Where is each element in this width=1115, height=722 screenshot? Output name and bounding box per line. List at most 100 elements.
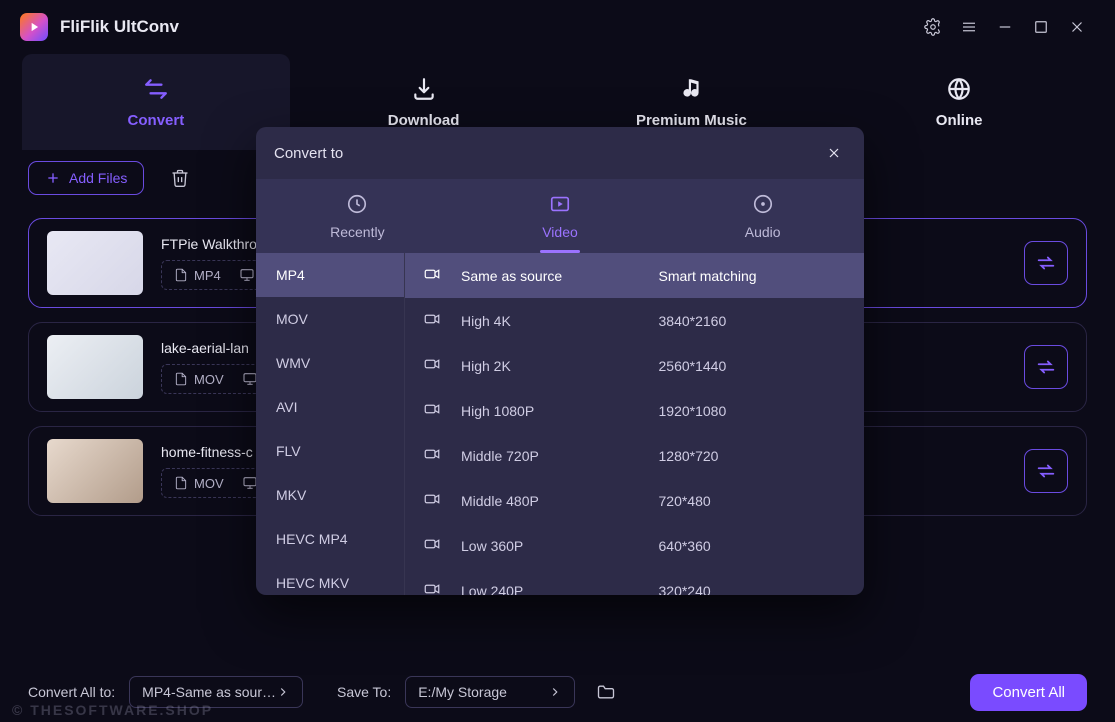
swap-format-button[interactable]	[1024, 241, 1068, 285]
preset-list[interactable]: Same as source Smart matching High 4K 3840*…	[404, 253, 864, 595]
file-thumbnail	[47, 439, 143, 503]
watermark: © THESOFTWARE.SHOP	[12, 702, 213, 718]
video-icon	[423, 445, 451, 466]
format-item[interactable]: MOV	[256, 297, 404, 341]
nav-tab-label: Download	[388, 112, 460, 129]
format-item[interactable]: AVI	[256, 385, 404, 429]
music-icon	[678, 76, 704, 102]
swap-format-button[interactable]	[1024, 345, 1068, 389]
popup-close-button[interactable]	[822, 141, 846, 165]
delete-button[interactable]	[162, 160, 198, 196]
preset-label: Middle 480P	[461, 493, 649, 509]
preset-label: Low 240P	[461, 583, 649, 596]
save-to-label: Save To:	[337, 684, 391, 700]
maximize-button[interactable]	[1023, 9, 1059, 45]
nav-tab-label: Online	[936, 112, 983, 129]
file-meta: MOV	[161, 468, 271, 498]
popup-tab-recently[interactable]: Recently	[256, 179, 459, 253]
convert-all-button[interactable]: Convert All	[970, 674, 1087, 711]
preset-resolution: 720*480	[659, 493, 847, 509]
video-icon	[423, 580, 451, 595]
convert-to-popup: Convert to Recently Video Audio MP4MOVWMVA…	[256, 127, 864, 595]
preset-label: Low 360P	[461, 538, 649, 554]
preset-resolution: 1920*1080	[659, 403, 847, 419]
nav-tab-label: Premium Music	[636, 112, 747, 129]
app-logo	[20, 13, 48, 41]
file-meta: MOV	[161, 364, 271, 394]
format-item[interactable]: WMV	[256, 341, 404, 385]
audio-icon	[752, 193, 774, 218]
popup-header: Convert to	[256, 127, 864, 179]
format-item[interactable]: MP4	[256, 253, 404, 297]
file-display-icon	[239, 267, 255, 283]
download-icon	[411, 76, 437, 102]
popup-title: Convert to	[274, 145, 343, 162]
file-format-label: MP4	[174, 267, 221, 283]
file-format-label: MOV	[174, 371, 224, 387]
preset-row[interactable]: Low 240P 320*240	[405, 568, 864, 595]
popup-tab-label: Recently	[330, 224, 384, 240]
video-icon	[423, 310, 451, 331]
format-item[interactable]: HEVC MP4	[256, 517, 404, 561]
format-item[interactable]: FLV	[256, 429, 404, 473]
popup-tabs: Recently Video Audio	[256, 179, 864, 253]
convert-all-to-label: Convert All to:	[28, 684, 115, 700]
add-files-label: Add Files	[69, 170, 127, 186]
preset-row[interactable]: High 4K 3840*2160	[405, 298, 864, 343]
file-thumbnail	[47, 335, 143, 399]
file-meta: MP4	[161, 260, 268, 290]
preset-row[interactable]: Low 360P 640*360	[405, 523, 864, 568]
file-format-label: MOV	[174, 475, 224, 491]
format-list[interactable]: MP4MOVWMVAVIFLVMKVHEVC MP4HEVC MKV	[256, 253, 404, 595]
video-icon	[423, 355, 451, 376]
popup-tab-audio[interactable]: Audio	[661, 179, 864, 253]
close-button[interactable]	[1059, 9, 1095, 45]
globe-icon	[946, 76, 972, 102]
preset-row[interactable]: High 1080P 1920*1080	[405, 388, 864, 433]
minimize-button[interactable]	[987, 9, 1023, 45]
video-icon	[549, 193, 571, 218]
video-icon	[423, 490, 451, 511]
convert-icon	[143, 76, 169, 102]
nav-tab-label: Convert	[128, 112, 185, 129]
preset-row[interactable]: Same as source Smart matching	[405, 253, 864, 298]
preset-resolution: Smart matching	[659, 268, 847, 284]
convert-all-to-value: MP4-Same as sour…	[142, 684, 276, 700]
file-thumbnail	[47, 231, 143, 295]
chevron-right-icon	[548, 685, 562, 699]
preset-resolution: 1280*720	[659, 448, 847, 464]
title-bar: FliFlik UltConv	[0, 0, 1115, 54]
popup-tab-label: Video	[542, 224, 578, 240]
preset-resolution: 2560*1440	[659, 358, 847, 374]
preset-row[interactable]: High 2K2560*1440	[405, 343, 864, 388]
nav-tab-convert[interactable]: Convert	[22, 54, 290, 150]
preset-row[interactable]: Middle 480P 720*480	[405, 478, 864, 523]
app-title: FliFlik UltConv	[60, 17, 179, 37]
preset-label: Middle 720P	[461, 448, 649, 464]
popup-tab-label: Audio	[745, 224, 781, 240]
menu-button[interactable]	[951, 9, 987, 45]
video-icon	[423, 535, 451, 556]
preset-resolution: 320*240	[659, 583, 847, 596]
popup-tab-video[interactable]: Video	[459, 179, 662, 253]
preset-label: High 1080P	[461, 403, 649, 419]
format-item[interactable]: MKV	[256, 473, 404, 517]
open-folder-button[interactable]	[589, 675, 623, 709]
preset-label: High 4K	[461, 313, 649, 329]
chevron-right-icon	[276, 685, 290, 699]
save-to-dropdown[interactable]: E:/My Storage	[405, 676, 575, 708]
video-icon	[423, 400, 451, 421]
clock-icon	[346, 193, 368, 218]
swap-format-button[interactable]	[1024, 449, 1068, 493]
video-icon	[423, 265, 451, 286]
preset-resolution: 3840*2160	[659, 313, 847, 329]
preset-row[interactable]: Middle 720P 1280*720	[405, 433, 864, 478]
popup-body: MP4MOVWMVAVIFLVMKVHEVC MP4HEVC MKV Same …	[256, 253, 864, 595]
add-files-button[interactable]: Add Files	[28, 161, 144, 195]
save-to-value: E:/My Storage	[418, 684, 507, 700]
format-item[interactable]: HEVC MKV	[256, 561, 404, 595]
preset-resolution: 640*360	[659, 538, 847, 554]
settings-button[interactable]	[915, 9, 951, 45]
nav-tab-online[interactable]: Online	[825, 54, 1093, 150]
preset-label: Same as source	[461, 268, 649, 284]
